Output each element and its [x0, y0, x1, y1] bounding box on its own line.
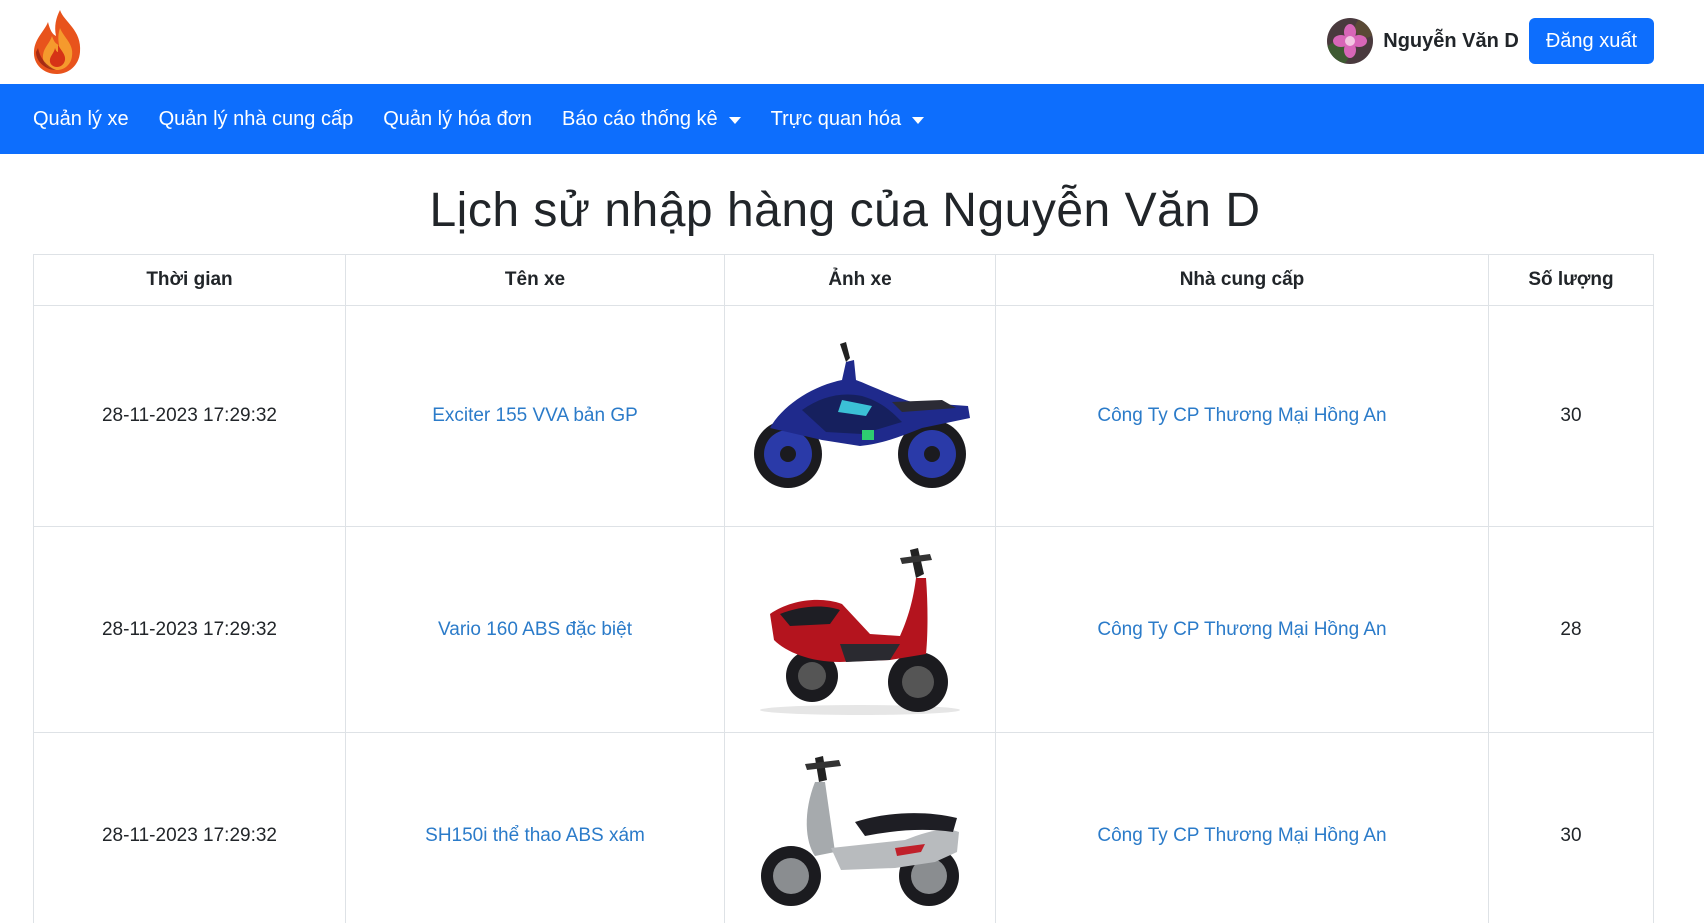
nav-item-vehicles[interactable]: Quản lý xe: [33, 108, 129, 131]
cell-bike-image: [724, 305, 996, 527]
table-row: 28-11-2023 17:29:32 Vario 160 ABS đặc bi…: [33, 526, 1654, 733]
cell-time: 28-11-2023 17:29:32: [33, 526, 346, 733]
cell-bike-name: Exciter 155 VVA bản GP: [345, 305, 725, 527]
nav-item-label: Báo cáo thống kê: [561, 107, 718, 130]
nav-item-suppliers[interactable]: Quản lý nhà cung cấp: [159, 108, 354, 131]
cell-supplier: Công Ty CP Thương Mại Hồng An: [995, 526, 1489, 733]
nav-item-label: Quản lý hóa đơn: [383, 107, 532, 130]
page-title: Lịch sử nhập hàng của Nguyễn Văn D: [429, 184, 1261, 237]
flame-logo[interactable]: [30, 8, 84, 76]
column-header-bike-name: Tên xe: [345, 254, 725, 306]
main-navbar: Quản lý xe Quản lý nhà cung cấp Quản lý …: [0, 84, 1704, 154]
supplier-link[interactable]: Công Ty CP Thương Mại Hồng An: [1097, 619, 1386, 640]
column-header-supplier: Nhà cung cấp: [995, 254, 1489, 306]
logout-button[interactable]: Đăng xuất: [1528, 18, 1654, 64]
cell-quantity: 30: [1488, 305, 1654, 527]
cell-bike-image: [724, 732, 996, 923]
import-history-table-wrap: Thời gian Tên xe Ảnh xe Nhà cung cấp Số …: [33, 254, 1654, 923]
bike-name-link[interactable]: Vario 160 ABS đặc biệt: [438, 619, 632, 640]
cell-bike-name: SH150i thể thao ABS xám: [345, 732, 725, 923]
table-row: 28-11-2023 17:29:32 SH150i thể thao ABS …: [33, 732, 1654, 923]
bike-image-vario: [760, 547, 960, 715]
nav-dropdown-reports[interactable]: Báo cáo thống kê: [562, 108, 741, 131]
caret-down-icon: [728, 116, 741, 124]
cell-bike-name: Vario 160 ABS đặc biệt: [345, 526, 725, 733]
user-area: Nguyễn Văn D Đăng xuất: [1327, 18, 1654, 64]
cell-supplier: Công Ty CP Thương Mại Hồng An: [995, 305, 1489, 527]
user-name: Nguyễn Văn D: [1383, 29, 1519, 52]
cell-bike-image: [724, 526, 996, 733]
top-header: Nguyễn Văn D Đăng xuất: [0, 0, 1704, 84]
supplier-link[interactable]: Công Ty CP Thương Mại Hồng An: [1097, 405, 1386, 426]
column-header-quantity: Số lượng: [1488, 254, 1654, 306]
caret-down-icon: [912, 116, 925, 124]
nav-item-label: Trực quan hóa: [770, 107, 902, 130]
import-history-table: Thời gian Tên xe Ảnh xe Nhà cung cấp Số …: [33, 254, 1654, 923]
bike-name-link[interactable]: Exciter 155 VVA bản GP: [432, 405, 638, 426]
bike-image-sh150i: [761, 755, 959, 906]
nav-item-label: Quản lý nhà cung cấp: [158, 107, 354, 130]
nav-dropdown-visualization[interactable]: Trực quan hóa: [771, 108, 925, 131]
cell-quantity: 28: [1488, 526, 1654, 733]
supplier-link[interactable]: Công Ty CP Thương Mại Hồng An: [1097, 825, 1386, 846]
nav-item-invoices[interactable]: Quản lý hóa đơn: [383, 108, 532, 131]
column-header-bike-image: Ảnh xe: [724, 254, 996, 306]
table-row: 28-11-2023 17:29:32 Exciter 155 VVA bản …: [33, 305, 1654, 527]
cell-time: 28-11-2023 17:29:32: [33, 305, 346, 527]
bike-name-link[interactable]: SH150i thể thao ABS xám: [425, 825, 645, 846]
cell-quantity: 30: [1488, 732, 1654, 923]
cell-supplier: Công Ty CP Thương Mại Hồng An: [995, 732, 1489, 923]
bike-image-exciter: [754, 342, 970, 488]
cell-time: 28-11-2023 17:29:32: [33, 732, 346, 923]
table-header-row: Thời gian Tên xe Ảnh xe Nhà cung cấp Số …: [33, 254, 1654, 306]
column-header-time: Thời gian: [33, 254, 346, 306]
nav-item-label: Quản lý xe: [33, 107, 129, 130]
user-avatar[interactable]: [1327, 18, 1374, 64]
